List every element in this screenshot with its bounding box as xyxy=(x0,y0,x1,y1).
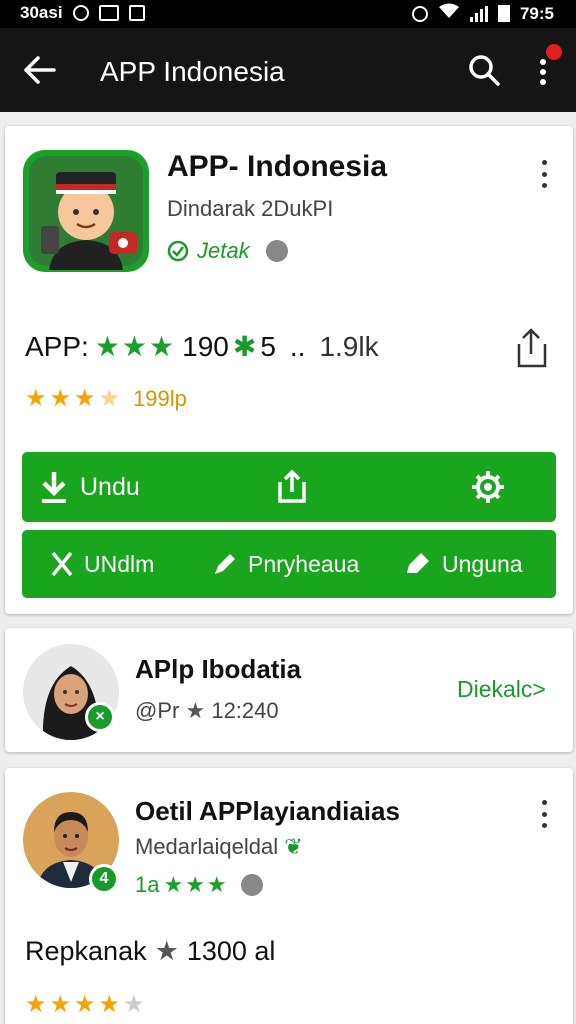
rating-value: 190 xyxy=(182,330,229,362)
downloads-count: 1.9lk xyxy=(319,330,379,362)
primary-action-bar: Undu xyxy=(22,452,556,522)
review-value: 1300 al xyxy=(186,936,276,966)
rating-stars-icon: ★★★ xyxy=(94,331,177,362)
review-star-icon: ★ xyxy=(154,936,179,966)
reviewer-badge: 4 xyxy=(89,864,119,894)
verified-icon xyxy=(167,240,189,262)
share-icon[interactable] xyxy=(511,326,551,370)
status-bar: 30asi 79:5 xyxy=(0,0,576,28)
reviewer-name[interactable]: Oetil APPlayiandiaias xyxy=(135,796,400,827)
back-arrow-icon[interactable] xyxy=(22,50,58,90)
star-icon: ★ xyxy=(185,698,206,723)
leaf-icon: ❦ xyxy=(284,834,303,859)
profile-handle: @Pr xyxy=(135,698,180,723)
install-label: UNdlm xyxy=(84,550,155,577)
bottom-stars-icon: ★★★★★ xyxy=(25,991,148,1018)
alarm-icon xyxy=(411,5,428,22)
verified-label: Jetak xyxy=(197,238,250,263)
reviewer-meta: 1a ★★★ xyxy=(135,872,263,898)
upload-share-icon xyxy=(278,470,306,503)
follow-label: Diekalc xyxy=(457,676,533,702)
settings-button[interactable] xyxy=(468,452,508,522)
signal-icon xyxy=(469,5,488,22)
gear-icon xyxy=(472,471,504,503)
status-left-text: 30asi xyxy=(20,3,63,22)
search-icon[interactable] xyxy=(466,52,502,88)
rating-prefix: APP: xyxy=(25,330,89,362)
app-icon[interactable] xyxy=(23,150,149,272)
notification-icon xyxy=(128,5,145,21)
share-action-button[interactable] xyxy=(274,452,310,522)
info-badge-icon[interactable] xyxy=(265,240,288,262)
app-card: APP- Indonesia Dindarak 2DukPI Jetak APP… xyxy=(5,126,573,614)
profile-card: × APlp Ibodatia @Pr ★ 12:240 Diekalc> xyxy=(5,628,573,752)
download-icon xyxy=(42,472,66,503)
profile-name[interactable]: APlp Ibodatia xyxy=(135,654,301,685)
install-button[interactable]: UNdlm xyxy=(50,530,154,598)
green-stars-icon: ★★★ xyxy=(163,872,229,897)
sub-rating-row: ★★★★ 199lp xyxy=(25,384,187,413)
review-menu-icon[interactable] xyxy=(539,800,549,828)
rating-extra: 5 xyxy=(260,330,276,362)
app-bar: APP Indonesia xyxy=(0,28,576,112)
sparkle-icon: ✱ xyxy=(232,331,257,362)
download-button[interactable]: Undu xyxy=(38,452,140,522)
review-label: Repkanak xyxy=(25,936,147,966)
review-summary-row: Repkanak ★ 1300 al xyxy=(25,936,275,967)
profile-meta: @Pr ★ 12:240 xyxy=(135,698,279,724)
pencil-icon xyxy=(215,554,235,574)
edit-icon xyxy=(407,553,429,573)
notification-dot xyxy=(546,44,562,60)
sync-icon xyxy=(72,5,89,21)
developer-name[interactable]: Dindarak 2DukPI xyxy=(167,196,333,222)
wifi-icon xyxy=(438,3,460,24)
profile-time: 12:240 xyxy=(211,698,279,723)
secondary-action-bar: UNdlm Pnryheaua Unguna xyxy=(22,530,556,598)
status-time: 79:5 xyxy=(519,3,554,23)
mail-icon xyxy=(98,5,119,21)
verified-row: Jetak xyxy=(167,238,288,264)
reviewer-subtitle: Medarlaiqeldal ❦ xyxy=(135,834,303,859)
review-card: 4 Oetil APPlayiandiaias Medarlaiqeldal ❦… xyxy=(5,768,573,1024)
reviewer-meta-prefix: 1a xyxy=(135,872,160,897)
separator: .. xyxy=(289,330,306,362)
download-label: Undu xyxy=(80,472,140,501)
page-title: APP Indonesia xyxy=(100,56,285,87)
review-button[interactable]: Pnryheaua xyxy=(212,530,359,598)
review-label: Pnryheaua xyxy=(248,550,360,577)
use-button[interactable]: Unguna xyxy=(404,530,523,598)
use-label: Unguna xyxy=(442,550,523,577)
orange-stars-icon: ★★★★ xyxy=(25,385,124,412)
sub-rating-value: 199lp xyxy=(133,385,187,411)
follow-button[interactable]: Diekalc> xyxy=(457,676,546,703)
card-menu-icon[interactable] xyxy=(539,160,549,188)
tools-icon xyxy=(51,551,73,577)
info-icon[interactable] xyxy=(240,874,263,896)
arrow-icon: > xyxy=(532,676,546,702)
app-title: APP- Indonesia xyxy=(167,150,388,183)
avatar-badge: × xyxy=(85,702,115,732)
rating-row: APP: ★★★ 190 ✱ 5 .. 1.9lk xyxy=(25,330,379,363)
battery-icon xyxy=(497,5,510,22)
